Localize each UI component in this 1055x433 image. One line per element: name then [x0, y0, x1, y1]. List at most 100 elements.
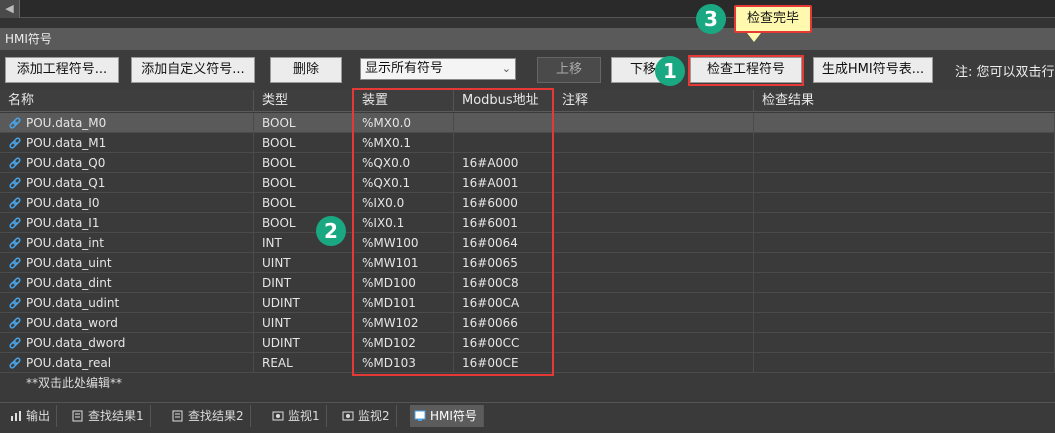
cell-device[interactable]: %IX0.0 — [354, 193, 454, 213]
column-header-name[interactable]: 名称 — [0, 90, 254, 112]
cell-device[interactable]: %MW101 — [354, 253, 454, 273]
cell-modbus[interactable]: 16#6000 — [454, 193, 554, 213]
tab-watch-1[interactable]: 监视1 — [268, 405, 327, 427]
cell-comment[interactable] — [554, 333, 754, 353]
cell-modbus[interactable]: 16#00CE — [454, 353, 554, 373]
table-row[interactable]: POU.data_dword UDINT %MD102 16#00CC — [0, 333, 1055, 353]
cell-type[interactable]: UDINT — [254, 333, 354, 353]
cell-type[interactable]: BOOL — [254, 193, 354, 213]
table-row[interactable]: POU.data_uint UINT %MW101 16#0065 — [0, 253, 1055, 273]
cell-modbus[interactable] — [454, 133, 554, 153]
cell-modbus[interactable]: 16#6001 — [454, 213, 554, 233]
cell-comment[interactable] — [554, 133, 754, 153]
cell-comment[interactable] — [554, 113, 754, 133]
tab-watch-2[interactable]: 监视2 — [338, 405, 397, 427]
cell-name[interactable]: POU.data_I1 — [0, 213, 254, 233]
cell-modbus[interactable]: 16#0064 — [454, 233, 554, 253]
table-row[interactable]: POU.data_real REAL %MD103 16#00CE — [0, 353, 1055, 373]
cell-comment[interactable] — [554, 153, 754, 173]
cell-type[interactable]: UINT — [254, 313, 354, 333]
cell-type[interactable]: DINT — [254, 273, 354, 293]
add-project-symbol-button[interactable]: 添加工程符号... — [5, 57, 119, 83]
column-header-modbus[interactable]: Modbus地址 — [454, 90, 554, 112]
cell-type[interactable]: UDINT — [254, 293, 354, 313]
cell-name[interactable]: POU.data_udint — [0, 293, 254, 313]
column-header-type[interactable]: 类型 — [254, 90, 354, 112]
tab-output[interactable]: 输出 — [6, 405, 58, 427]
double-click-edit-hint[interactable]: **双击此处编辑** — [26, 374, 122, 391]
scroll-left-button[interactable]: ◀ — [0, 0, 20, 18]
cell-name[interactable]: POU.data_word — [0, 313, 254, 333]
cell-device[interactable]: %MD100 — [354, 273, 454, 293]
cell-comment[interactable] — [554, 193, 754, 213]
cell-modbus[interactable] — [454, 113, 554, 133]
cell-type[interactable]: BOOL — [254, 153, 354, 173]
cell-type[interactable]: REAL — [254, 353, 354, 373]
cell-name[interactable]: POU.data_dword — [0, 333, 254, 353]
cell-result[interactable] — [754, 133, 1055, 153]
cell-device[interactable]: %QX0.0 — [354, 153, 454, 173]
cell-result[interactable] — [754, 193, 1055, 213]
cell-device[interactable]: %MW102 — [354, 313, 454, 333]
table-row[interactable]: POU.data_word UINT %MW102 16#0066 — [0, 313, 1055, 333]
cell-comment[interactable] — [554, 293, 754, 313]
cell-comment[interactable] — [554, 213, 754, 233]
cell-name[interactable]: POU.data_int — [0, 233, 254, 253]
cell-comment[interactable] — [554, 253, 754, 273]
cell-result[interactable] — [754, 353, 1055, 373]
cell-device[interactable]: %MD103 — [354, 353, 454, 373]
move-up-button[interactable]: 上移 — [537, 57, 601, 83]
cell-modbus[interactable]: 16#A000 — [454, 153, 554, 173]
column-header-comment[interactable]: 注释 — [554, 90, 754, 112]
cell-type[interactable]: BOOL — [254, 173, 354, 193]
cell-device[interactable]: %MX0.1 — [354, 133, 454, 153]
tab-find-results-1[interactable]: 查找结果1 — [68, 405, 151, 427]
cell-result[interactable] — [754, 213, 1055, 233]
cell-result[interactable] — [754, 313, 1055, 333]
cell-device[interactable]: %QX0.1 — [354, 173, 454, 193]
column-header-device[interactable]: 装置 — [354, 90, 454, 112]
cell-name[interactable]: POU.data_real — [0, 353, 254, 373]
cell-name[interactable]: POU.data_M1 — [0, 133, 254, 153]
table-row[interactable]: POU.data_M0 BOOL %MX0.0 — [0, 113, 1055, 133]
cell-comment[interactable] — [554, 233, 754, 253]
cell-modbus[interactable]: 16#00CC — [454, 333, 554, 353]
cell-name[interactable]: POU.data_uint — [0, 253, 254, 273]
cell-modbus[interactable]: 16#0065 — [454, 253, 554, 273]
cell-device[interactable]: %MD102 — [354, 333, 454, 353]
table-row[interactable]: POU.data_dint DINT %MD100 16#00C8 — [0, 273, 1055, 293]
cell-result[interactable] — [754, 233, 1055, 253]
cell-comment[interactable] — [554, 313, 754, 333]
cell-result[interactable] — [754, 173, 1055, 193]
cell-comment[interactable] — [554, 353, 754, 373]
cell-device[interactable]: %MD101 — [354, 293, 454, 313]
tab-hmi-symbols[interactable]: HMI符号 — [410, 405, 484, 427]
table-row[interactable]: POU.data_I1 BOOL %IX0.1 16#6001 — [0, 213, 1055, 233]
cell-result[interactable] — [754, 253, 1055, 273]
cell-device[interactable]: %MX0.0 — [354, 113, 454, 133]
cell-result[interactable] — [754, 153, 1055, 173]
cell-type[interactable]: BOOL — [254, 133, 354, 153]
cell-name[interactable]: POU.data_I0 — [0, 193, 254, 213]
table-row[interactable]: POU.data_udint UDINT %MD101 16#00CA — [0, 293, 1055, 313]
table-row[interactable]: POU.data_I0 BOOL %IX0.0 16#6000 — [0, 193, 1055, 213]
table-row[interactable]: POU.data_int INT %MW100 16#0064 — [0, 233, 1055, 253]
cell-device[interactable]: %MW100 — [354, 233, 454, 253]
add-custom-symbol-button[interactable]: 添加自定义符号... — [131, 57, 255, 83]
cell-device[interactable]: %IX0.1 — [354, 213, 454, 233]
cell-type[interactable]: UINT — [254, 253, 354, 273]
check-symbols-button[interactable]: 检查工程符号 — [690, 57, 802, 83]
cell-type[interactable]: BOOL — [254, 113, 354, 133]
cell-name[interactable]: POU.data_dint — [0, 273, 254, 293]
cell-modbus[interactable]: 16#00C8 — [454, 273, 554, 293]
cell-comment[interactable] — [554, 273, 754, 293]
symbol-filter-select[interactable]: 显示所有符号 ⌄ — [360, 58, 516, 80]
cell-name[interactable]: POU.data_Q0 — [0, 153, 254, 173]
tab-find-results-2[interactable]: 查找结果2 — [168, 405, 251, 427]
cell-modbus[interactable]: 16#A001 — [454, 173, 554, 193]
cell-result[interactable] — [754, 333, 1055, 353]
table-row[interactable]: POU.data_Q1 BOOL %QX0.1 16#A001 — [0, 173, 1055, 193]
cell-comment[interactable] — [554, 173, 754, 193]
cell-result[interactable] — [754, 273, 1055, 293]
cell-result[interactable] — [754, 293, 1055, 313]
